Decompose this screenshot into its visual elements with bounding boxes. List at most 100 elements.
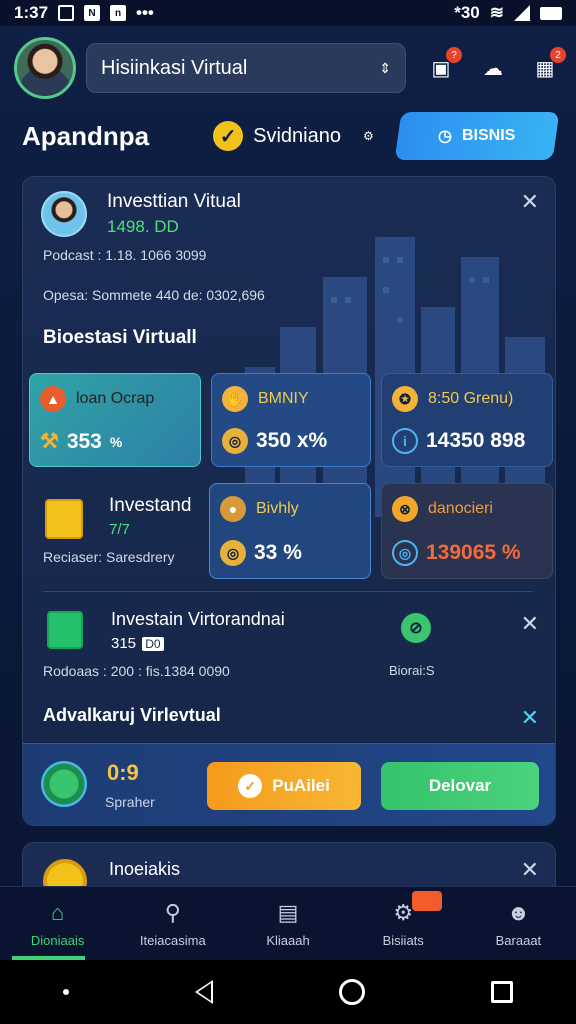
more-dots-icon: •••	[136, 3, 154, 22]
city-skyline-illustration	[245, 237, 545, 517]
check-icon: ✓	[213, 121, 244, 151]
status-indicator[interactable]: ✓ Svidniano ⚙	[213, 121, 374, 151]
tile-danocieri[interactable]: ⊗ danocieri ◎ 139065 %	[381, 483, 553, 579]
close-icon[interactable]: ✕	[521, 857, 539, 883]
tile-danocieri-label: danocieri	[428, 500, 493, 517]
tile-loan-value: 353	[66, 429, 102, 453]
cloud-icon: ☁	[483, 57, 503, 80]
row2-title: Investand	[109, 495, 192, 516]
nav-item-profile[interactable]: ☻ Baraaat	[461, 887, 576, 960]
coin-icon: ◎	[222, 428, 248, 454]
home-icon: ⌂	[50, 900, 65, 925]
assistant-dot-icon[interactable]	[63, 989, 69, 995]
row3-side-label: Biorai:S	[389, 663, 435, 678]
home-button-icon[interactable]	[339, 979, 365, 1005]
nav-label: Kliaaah	[266, 933, 310, 948]
store-badge: 2	[550, 47, 566, 63]
timer-value: 0:9	[107, 760, 139, 785]
coin-icon: ◎	[392, 540, 418, 566]
coin-icon: ◎	[220, 540, 246, 566]
bisnis-button-label: BISNIS	[462, 127, 516, 144]
notification-badge: ?	[446, 47, 462, 63]
secondary-action-label: Delovar	[428, 776, 492, 795]
peek-card-title: Inoeiakis	[109, 859, 181, 879]
tile-grenu-value: 14350 898	[426, 429, 526, 452]
message-icon: n	[110, 5, 127, 21]
wifi-icon: ≋	[489, 3, 504, 22]
page-title: Apandnpa	[22, 120, 150, 151]
title-row: Apandnpa ✓ Svidniano ⚙ ◷ BISNIS	[22, 108, 560, 164]
tile-loan[interactable]: ▲ loan Ocrap ⚒ 353 %	[29, 373, 201, 467]
secondary-action-button[interactable]: Delovar	[381, 762, 539, 810]
tile-bivhly[interactable]: ● Bivhly ◎ 33 %	[209, 483, 371, 579]
tile-bivhly-label: Bivhly	[256, 500, 299, 517]
row2-subvalue: 7/7	[109, 521, 130, 538]
spreadsheet-icon	[47, 611, 83, 649]
no-sign-icon[interactable]: ⊘	[401, 613, 431, 643]
timer-label: Spraher	[105, 794, 155, 810]
investment-title: Investtian Vitual	[107, 191, 241, 212]
chevron-up-down-icon: ⇕	[379, 59, 391, 76]
battery-icon	[540, 6, 562, 20]
row3-value: 315	[111, 635, 137, 652]
row2-meta: Reciaser: Saresdrery	[43, 549, 175, 565]
close-icon[interactable]: ✕	[521, 611, 539, 637]
tile-loan-label: loan Ocrap	[76, 390, 155, 407]
user-icon: ☻	[506, 900, 530, 925]
notification-button[interactable]: ▣ ?	[428, 47, 462, 81]
profile-avatar[interactable]	[14, 37, 76, 99]
tile-bmniy[interactable]: ✋ BMNIY ◎ 350 x%	[211, 373, 371, 467]
advisory-title: Advalkaruj Virlevtual	[43, 705, 221, 725]
tile-bivhly-value: 33 %	[254, 541, 302, 564]
bisnis-button[interactable]: ◷ BISNIS	[394, 112, 560, 160]
row3-meta: Rodoaas : 200 : fis.1384 0090	[43, 663, 230, 679]
nav-item-search[interactable]: ⚲ Iteiacasima	[115, 887, 230, 960]
cloud-button[interactable]: ☁	[480, 55, 506, 81]
tile-grenu-label: 8:50 Grenu)	[428, 390, 514, 407]
search-icon: ⚲	[164, 900, 181, 925]
notification-icon	[58, 5, 75, 21]
nav-item-documents[interactable]: ▤ Kliaaah	[230, 887, 345, 960]
top-bar: Hisiinkasi Virtual ⇕ ▣ ? ☁ ▦ 2	[14, 36, 566, 100]
close-icon[interactable]: ✕	[521, 189, 539, 215]
row3-title: Investain Virtorandnai	[111, 609, 285, 629]
document-icon: ▤	[277, 900, 299, 925]
primary-action-label: PuAilei	[272, 776, 330, 795]
globe-icon	[41, 761, 87, 807]
nav-item-settings[interactable]: ⚙ Bisiiats	[346, 887, 461, 960]
system-navigation-bar	[0, 960, 576, 1024]
tile-bmniy-label: BMNIY	[258, 390, 309, 407]
signal-icon	[514, 5, 530, 21]
app-selector-dropdown[interactable]: Hisiinkasi Virtual ⇕	[86, 43, 406, 93]
tile-grenu[interactable]: ✪ 8:50 Grenu) i 14350 898	[381, 373, 553, 467]
clock-icon: ◷	[438, 128, 453, 145]
store-button[interactable]: ▦ 2	[532, 47, 566, 81]
back-icon[interactable]	[195, 980, 213, 1004]
nav-item-home[interactable]: ⌂ Dioniaais	[0, 887, 115, 960]
investment-card: ✕ Investtian Vitual 1498. DD Podcast : 1…	[22, 176, 556, 826]
ledger-icon	[45, 499, 83, 539]
primary-action-button[interactable]: ✓ PuAilei	[207, 762, 361, 810]
nav-label: Bisiiats	[382, 933, 424, 948]
investment-value: 1498. DD	[107, 217, 179, 236]
close-icon[interactable]: ✕	[521, 705, 539, 731]
nav-badge	[412, 891, 443, 911]
tile-danocieri-value: 139065 %	[426, 541, 521, 564]
status-right-text: *30	[454, 3, 480, 22]
app-selector-label: Hisiinkasi Virtual	[101, 56, 248, 79]
action-strip: 0:9 Spraher ✓ PuAilei Delovar	[23, 743, 555, 825]
investor-avatar	[41, 191, 87, 237]
chest-icon: ▲	[40, 386, 66, 412]
medal-icon: ✪	[392, 386, 418, 412]
status-time: 1:37	[14, 3, 49, 22]
info-icon: i	[392, 428, 418, 454]
tile-bmniy-value: 350 x%	[256, 429, 328, 452]
app-notification-icon: N	[84, 5, 101, 21]
status-bar: 1:37 N n ••• *30 ≋	[0, 0, 576, 26]
recent-apps-icon[interactable]	[491, 981, 513, 1003]
divider	[43, 591, 533, 592]
nav-label: Dioniaais	[30, 933, 85, 948]
nav-label: Baraaat	[495, 933, 542, 948]
target-icon: ⊗	[392, 496, 418, 522]
status-label: Svidniano	[253, 124, 341, 147]
